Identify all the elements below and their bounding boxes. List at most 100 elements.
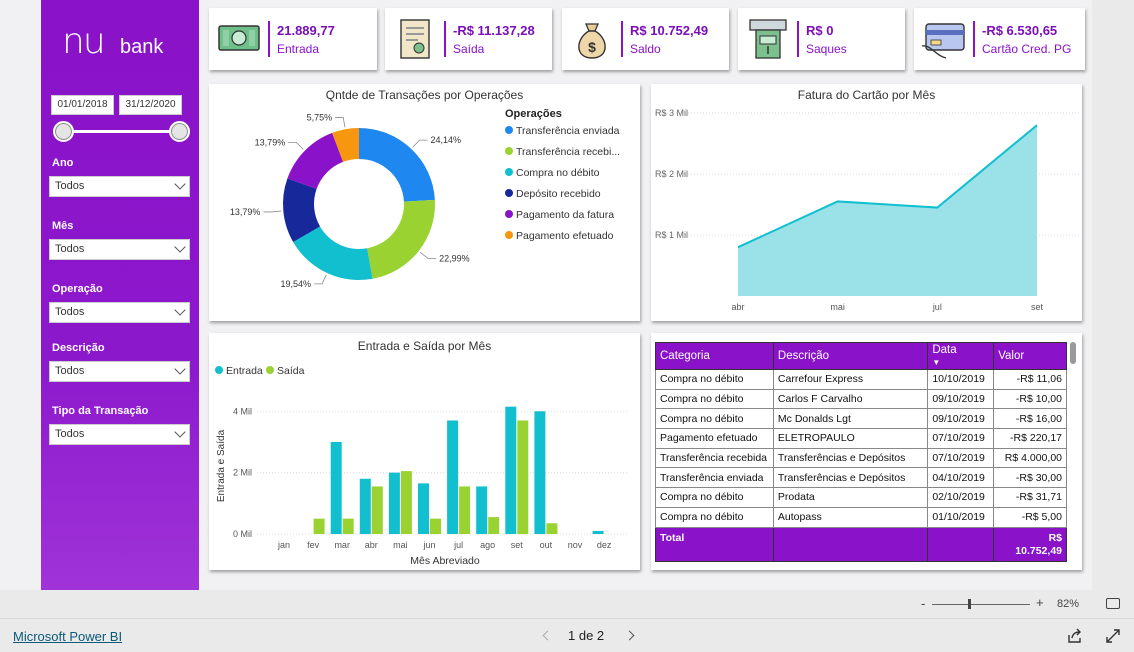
- logo-nu: nu: [62, 21, 106, 62]
- chevron-down-icon: [174, 241, 186, 253]
- col-header-data[interactable]: Data ▼: [927, 342, 995, 370]
- bar-x-axis-label: Mês Abreviado: [410, 555, 480, 567]
- donut-slice[interactable]: [367, 199, 435, 279]
- bar-saída[interactable]: [342, 518, 354, 534]
- donut-legend-item[interactable]: Pagamento da fatura: [505, 209, 614, 221]
- bar-x-tick-label: nov: [568, 540, 583, 550]
- filter-select-ano[interactable]: Todos: [49, 176, 190, 197]
- cell-valor: -R$ 10,00: [993, 388, 1067, 410]
- table-scrollbar[interactable]: [1069, 342, 1077, 568]
- donut-slice[interactable]: [359, 128, 435, 202]
- legend-label: Depósito recebido: [516, 188, 601, 200]
- filter-select-tipo-transacao[interactable]: Todos: [49, 424, 190, 445]
- table-row[interactable]: Transferência recebida Transferências e D…: [655, 447, 1067, 469]
- donut-legend-item[interactable]: Transferência recebi...: [505, 146, 620, 158]
- bar-chart[interactable]: 0 Mil 2 Mil 4 Mil Entrada e Saída Mês Abrevi…: [209, 333, 640, 570]
- table-row[interactable]: Compra no débito Carrefour Express 10/10/2…: [655, 369, 1067, 390]
- table-row[interactable]: Compra no débito Mc Donalds Lgt 09/10/2019…: [655, 408, 1067, 430]
- bar-entrada[interactable]: [447, 420, 459, 534]
- bar-x-tick-label: abr: [365, 540, 378, 550]
- bar-chart-panel: Entrada e Saída por Mês Entrada Saída 0 …: [209, 333, 640, 570]
- bar-saída[interactable]: [546, 523, 558, 534]
- zoom-out-button[interactable]: -: [921, 596, 925, 611]
- total-empty-cell: [927, 526, 995, 562]
- money-bag-icon: $: [578, 23, 606, 59]
- bar-saída[interactable]: [430, 518, 441, 534]
- legend-label: Pagamento efetuado: [516, 230, 614, 242]
- zoom-in-button[interactable]: +: [1036, 595, 1044, 610]
- table-row[interactable]: Pagamento efetuado ELETROPAULO 07/10/2019-…: [655, 428, 1067, 449]
- date-start-input[interactable]: 01/01/2018: [51, 95, 114, 115]
- bar-saída[interactable]: [313, 518, 325, 534]
- chevron-down-icon: [174, 426, 186, 438]
- area-fill[interactable]: [738, 125, 1037, 296]
- bar-entrada[interactable]: [418, 483, 429, 534]
- donut-label-leader: [288, 141, 304, 150]
- share-icon[interactable]: [1067, 628, 1083, 644]
- receipt-icon: [400, 19, 430, 59]
- date-slider-end-handle[interactable]: [169, 121, 190, 142]
- donut-chart[interactable]: 24,14% 22,99% 19,54% 13,79% 13,79% 5,75%: [209, 84, 640, 321]
- col-header-descricao[interactable]: Descrição: [772, 342, 929, 370]
- zoom-slider-handle[interactable]: [968, 599, 971, 609]
- kpi-separator: [444, 21, 446, 57]
- cell-data: 09/10/2019: [927, 388, 995, 410]
- fullscreen-icon[interactable]: [1106, 629, 1120, 643]
- filter-select-mes[interactable]: Todos: [49, 239, 190, 260]
- total-empty-cell: [772, 526, 929, 562]
- donut-legend-item[interactable]: Depósito recebido: [505, 188, 601, 200]
- cell-descricao: Autopass: [772, 506, 929, 528]
- donut-legend-item[interactable]: Transferência enviada: [505, 125, 620, 137]
- previous-page-icon[interactable]: [542, 630, 553, 641]
- bar-saída[interactable]: [400, 471, 412, 534]
- filter-select-operacao[interactable]: Todos: [49, 302, 190, 323]
- area-chart[interactable]: R$ 1 Mil R$ 2 Mil R$ 3 Mil abr mai jul set: [651, 84, 1082, 321]
- area-y-tick-label: R$ 2 Mil: [655, 169, 688, 179]
- table-row[interactable]: Compra no débito Prodata 02/10/2019 -R$ 31,…: [655, 487, 1067, 508]
- bar-saída[interactable]: [459, 486, 471, 534]
- chevron-down-icon: [174, 363, 186, 375]
- table-row[interactable]: Compra no débito Carlos F Carvalho 09/10/2…: [655, 388, 1067, 410]
- donut-data-label: 19,54%: [281, 279, 312, 289]
- bar-saída[interactable]: [488, 517, 500, 534]
- bar-entrada[interactable]: [330, 441, 342, 534]
- bar-entrada[interactable]: [476, 486, 488, 534]
- bar-entrada[interactable]: [359, 478, 371, 534]
- filter-sidebar: [41, 0, 199, 590]
- bar-x-tick-label: out: [540, 540, 553, 550]
- donut-data-label: 22,99%: [439, 254, 470, 264]
- power-bi-link[interactable]: Microsoft Power BI: [13, 629, 122, 644]
- cell-valor: R$ 4.000,00: [993, 447, 1067, 469]
- donut-legend-item[interactable]: Compra no débito: [505, 167, 599, 179]
- table-scroll-thumb[interactable]: [1070, 342, 1076, 364]
- next-page-icon[interactable]: [624, 630, 635, 641]
- bar-saída[interactable]: [371, 486, 383, 534]
- table-row[interactable]: Transferência enviada Transferências e De…: [655, 467, 1067, 489]
- cell-data: 07/10/2019: [927, 428, 995, 449]
- date-slider-track[interactable]: [63, 130, 180, 133]
- zoom-slider-track[interactable]: [932, 604, 1030, 605]
- legend-dot: [505, 147, 513, 155]
- bar-entrada[interactable]: [534, 411, 546, 534]
- bar-x-tick-label: mar: [334, 540, 350, 550]
- donut-legend-item[interactable]: Pagamento efetuado: [505, 230, 614, 242]
- table-row[interactable]: Compra no débito Autopass 01/10/2019 -R$ 5,…: [655, 506, 1067, 528]
- col-header-categoria[interactable]: Categoria: [655, 342, 774, 370]
- bar-entrada[interactable]: [505, 406, 517, 534]
- filter-select-descricao[interactable]: Todos: [49, 361, 190, 382]
- fit-to-page-icon[interactable]: [1106, 598, 1120, 609]
- bar-entrada[interactable]: [388, 472, 400, 534]
- bar-saída[interactable]: [517, 420, 529, 534]
- bar-entrada[interactable]: [592, 530, 604, 534]
- col-header-valor[interactable]: Valor: [993, 342, 1067, 370]
- donut-data-label: 13,79%: [230, 207, 261, 217]
- kpi-value: R$ 10.752,49: [630, 23, 709, 38]
- date-end-input[interactable]: 31/12/2020: [119, 95, 182, 115]
- donut-slice[interactable]: [287, 132, 344, 189]
- donut-legend-title: Operações: [505, 108, 562, 120]
- date-slider-start-handle[interactable]: [53, 121, 74, 142]
- zoom-level: 82%: [1057, 598, 1080, 610]
- kpi-label: Saques: [806, 42, 847, 56]
- kpi-separator: [973, 21, 975, 57]
- footer-bar: Microsoft Power BI 1 de 2: [0, 618, 1134, 652]
